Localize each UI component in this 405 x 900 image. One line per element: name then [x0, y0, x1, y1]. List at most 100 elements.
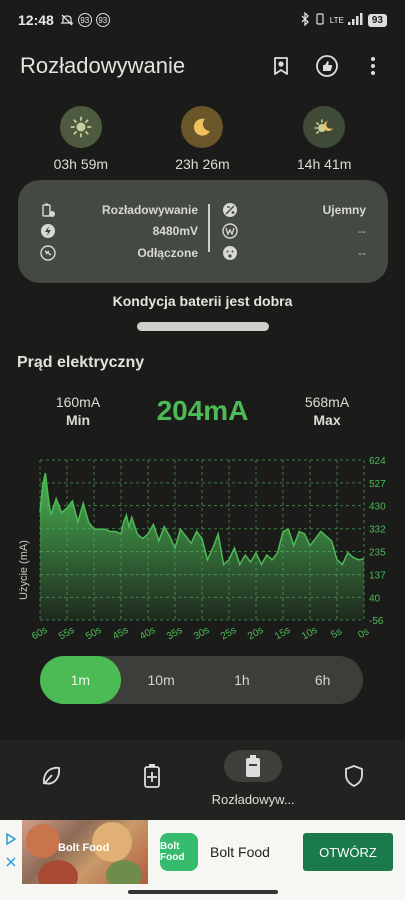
x-tick-label: 15s: [273, 625, 292, 640]
plug-value: Odłączone: [137, 245, 198, 260]
condition-handle[interactable]: [137, 322, 269, 331]
y-tick-label: 137: [369, 571, 386, 582]
nav-item-protection[interactable]: [304, 740, 405, 820]
x-tick-label: 45s: [111, 625, 130, 640]
y-tick-label: 235: [369, 548, 386, 559]
combined-time: 14h 41m: [269, 106, 379, 172]
x-tick-label: 30s: [192, 625, 211, 640]
x-tick-label: 25s: [219, 625, 238, 640]
status-right-icons: LTE 93: [300, 10, 387, 29]
x-tick-label: 0s: [356, 626, 371, 640]
nav-label-discharging: Rozładowyw...: [211, 792, 295, 807]
more-vert-icon[interactable]: [361, 54, 385, 78]
x-tick-label: 55s: [57, 625, 76, 640]
battery-status-value: Rozładowywanie: [101, 203, 198, 218]
charge-type-row: Ujemny: [222, 202, 366, 218]
app-header: Rozładowywanie: [0, 44, 405, 88]
ad-image[interactable]: Bolt Food: [22, 820, 148, 884]
combined-value: 14h 41m: [296, 156, 352, 172]
watt-row: --: [222, 223, 366, 240]
battery-condition: Kondycja baterii jest dobra: [112, 293, 293, 309]
award-icon[interactable]: [269, 54, 293, 78]
tab-6h[interactable]: 6h: [282, 656, 363, 704]
battery-status-icon: [40, 202, 56, 218]
notification-badge: 93: [95, 13, 110, 27]
battery-icon: [224, 750, 283, 782]
x-tick-label: 60s: [30, 625, 49, 640]
moon-icon: [181, 106, 224, 148]
sun-icon: [59, 106, 102, 148]
plug-icon: [40, 245, 56, 261]
y-tick-label: 40: [369, 593, 381, 604]
bluetooth-icon: [300, 10, 310, 29]
x-tick-label: 10s: [300, 625, 319, 640]
y-tick-label: 430: [369, 502, 386, 513]
x-tick-label: 50s: [84, 625, 103, 640]
battery-status-row: Rozładowywanie: [40, 202, 198, 218]
x-tick-label: 40s: [138, 625, 157, 640]
nav-item-leaf[interactable]: [0, 740, 101, 820]
page-title: Rozładowywanie: [20, 53, 186, 78]
voltage-value: 8480mV: [152, 224, 198, 239]
vibrate-icon: [314, 12, 326, 28]
voltage-row: 8480mV: [40, 223, 198, 239]
chart-ylabel: Użycie (mA): [18, 540, 30, 600]
status-time: 12:48: [18, 12, 54, 28]
chart-area-fill: [40, 473, 364, 620]
bolt-icon: [40, 223, 56, 239]
notification-badge: 93: [77, 13, 92, 27]
max-current: 568mA Max: [287, 393, 367, 429]
ad-logo[interactable]: Bolt Food: [160, 833, 198, 871]
shield-icon: [325, 760, 383, 792]
tab-10m[interactable]: 10m: [121, 656, 202, 704]
battery-plus-icon: [123, 760, 181, 792]
battery-indicator: 93: [367, 13, 387, 27]
time-stats: 03h 59m 23h 26m 14h 41m: [0, 106, 405, 172]
sun-moon-icon: [303, 106, 346, 148]
temperature-value: --: [358, 245, 366, 260]
ad-choices[interactable]: [0, 820, 22, 884]
max-label: Max: [313, 412, 341, 428]
x-tick-label: 5s: [329, 626, 344, 640]
x-tick-label: 20s: [246, 625, 265, 640]
screen-off-value: 23h 26m: [175, 156, 230, 172]
plug-row: Odłączone: [40, 245, 198, 261]
y-tick-label: 332: [369, 525, 386, 536]
temperature-row: --: [222, 245, 366, 261]
y-tick-label: 624: [369, 456, 386, 467]
ad-banner[interactable]: Bolt Food Bolt Food Bolt Food OTWÓRZ: [0, 820, 405, 884]
ad-image-brand: Bolt Food: [58, 842, 110, 854]
section-title: Prąd elektryczny: [17, 354, 145, 371]
watt-icon: [222, 223, 238, 240]
network-type: LTE: [329, 15, 344, 25]
y-tick-label: 527: [369, 479, 386, 490]
tab-1h[interactable]: 1h: [202, 656, 283, 704]
charge-type-icon: [222, 202, 238, 218]
charge-type-value: Ujemny: [322, 203, 366, 218]
current-stats: 160mA Min 204mA 568mA Max: [0, 393, 405, 433]
current-chart: 624 527 430 332 235 137 40 -56 60s 55s 50s 45s 40s 35…: [0, 455, 405, 640]
thumbs-up-icon[interactable]: [315, 54, 339, 78]
y-tick-label: -56: [369, 616, 384, 627]
screen-on-value: 03h 59m: [53, 156, 109, 172]
nav-item-charging[interactable]: [101, 740, 202, 820]
screen-off-time: 23h 26m: [147, 106, 257, 172]
battery-info-card: Rozładowywanie 8480mV Odłączone Ujemny -…: [18, 180, 388, 283]
temperature-face-icon: [222, 245, 238, 261]
current-chart-svg: 624 527 430 332 235 137 40 -56 60s 55s 50s 45s 40s 35…: [30, 456, 386, 640]
tab-1m[interactable]: 1m: [40, 656, 121, 704]
status-bar: 12:48 93 93 LTE 93: [0, 0, 405, 40]
gesture-bar[interactable]: [128, 890, 278, 894]
ad-open-button[interactable]: OTWÓRZ: [303, 833, 393, 871]
x-tick-label: 35s: [165, 625, 184, 640]
nav-item-discharging[interactable]: Rozładowyw...: [203, 740, 304, 820]
leaf-icon: [22, 760, 80, 792]
gesture-area: [0, 884, 405, 900]
max-value: 568mA: [304, 394, 350, 410]
screen-on-time: 03h 59m: [26, 106, 136, 172]
watt-value: --: [358, 224, 366, 239]
mute-icon: [60, 13, 74, 27]
bottom-nav: Rozładowyw...: [0, 740, 405, 820]
range-tabs: 1m 10m 1h 6h: [40, 656, 363, 704]
ad-name[interactable]: Bolt Food: [210, 844, 270, 860]
